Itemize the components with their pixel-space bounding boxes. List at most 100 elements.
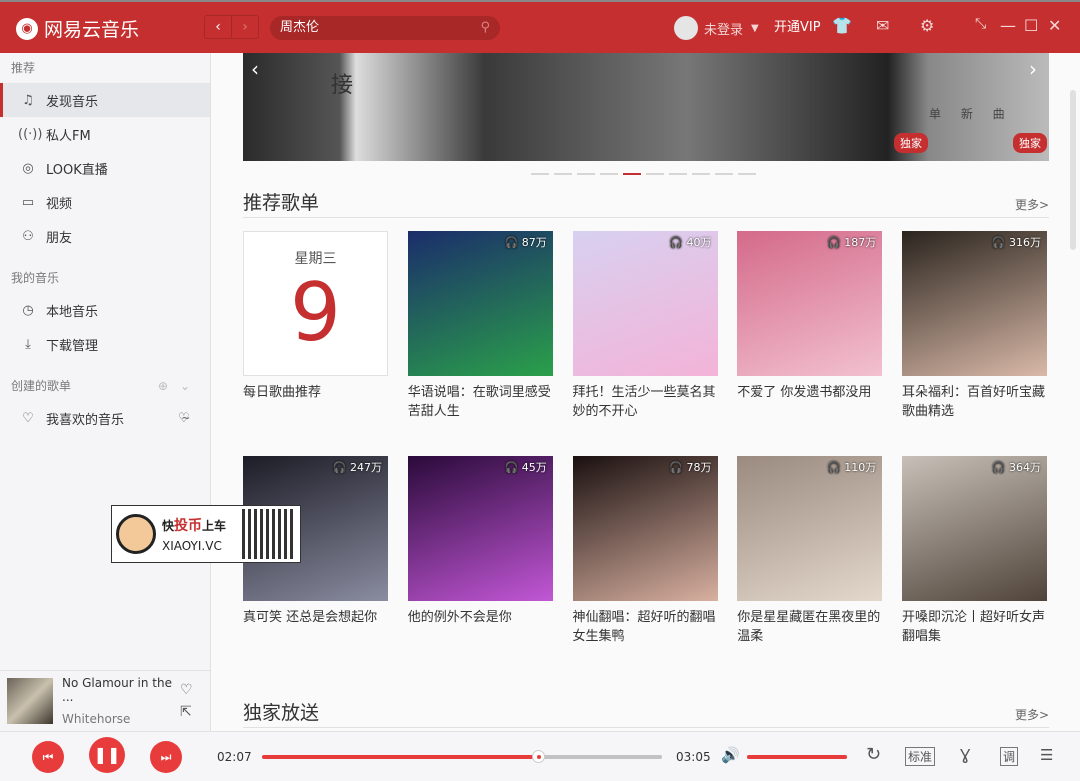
search-icon[interactable]: ⚲: [480, 16, 490, 40]
dot[interactable]: [738, 173, 756, 175]
playlist-cover[interactable]: 🎧 87万: [407, 231, 553, 376]
next-track-button[interactable]: ⏭: [150, 741, 182, 773]
like-heart-icon[interactable]: ♡: [180, 679, 193, 701]
watermark: 快投币上车 XIAOYI.VC: [111, 505, 301, 563]
share-icon[interactable]: ⇱: [180, 701, 193, 723]
dot[interactable]: [669, 173, 687, 175]
card-title[interactable]: 他的例外不会是你: [408, 608, 553, 627]
sidebar-item-label: LOOK直播: [46, 162, 108, 178]
dot-active[interactable]: [623, 173, 641, 175]
playlist-cover[interactable]: 🎧 316万: [902, 231, 1047, 376]
sidebar-item-label: 本地音乐: [46, 304, 99, 320]
playlist-cover[interactable]: 🎧 40万: [572, 231, 718, 376]
loop-icon[interactable]: ↻: [866, 744, 881, 765]
minimize-icon[interactable]: —: [1000, 16, 1016, 35]
playlist-cover[interactable]: 🎧 78万: [572, 456, 718, 601]
sidebar-item-downloads[interactable]: ⤓ 下载管理: [0, 327, 210, 361]
playlist-card[interactable]: 🎧 316万耳朵福利：百首好听宝藏歌曲精选: [902, 231, 1047, 421]
dot[interactable]: [715, 173, 733, 175]
sound-effect-icon[interactable]: Ɣ: [960, 746, 970, 764]
close-icon[interactable]: ✕: [1048, 16, 1061, 35]
heart-icon: ♡: [22, 410, 34, 426]
mail-icon[interactable]: ✉: [876, 16, 889, 35]
sidebar-item-label: 我喜欢的音乐: [46, 412, 125, 428]
quality-button[interactable]: 标准: [905, 747, 936, 766]
dot[interactable]: [646, 173, 664, 175]
playlist-cover[interactable]: 🎧 45万: [407, 456, 553, 601]
card-title[interactable]: 神仙翻唱：超好听的翻唱女生集鸭: [573, 608, 718, 646]
progress-knob[interactable]: [532, 750, 545, 763]
maximize-icon[interactable]: ☐: [1024, 16, 1038, 35]
dot[interactable]: [554, 173, 572, 175]
card-title[interactable]: 华语说唱：在歌词里感受苦甜人生: [408, 383, 553, 421]
now-playing[interactable]: No Glamour in the ... Whitehorse ♡ ⇱: [0, 670, 211, 731]
playlist-card[interactable]: 🎧 110万你是星星藏匿在黑夜里的温柔: [737, 456, 883, 646]
playlist-cover[interactable]: 🎧 110万: [737, 456, 883, 601]
more-link[interactable]: 更多>: [1015, 706, 1049, 723]
search-input[interactable]: 周杰伦 ⚲: [270, 16, 500, 40]
banner-carousel[interactable]: ‹ 接 单 新 曲 › 独家 独家: [243, 53, 1049, 161]
album-cover[interactable]: [7, 678, 53, 724]
playlist-card[interactable]: 🎧 187万不爱了 你发遗书都没用: [737, 231, 883, 402]
card-title[interactable]: 你是星星藏匿在黑夜里的温柔: [737, 608, 882, 646]
play-count-value: 316万: [1009, 236, 1041, 249]
settings-gear-icon[interactable]: ⚙: [920, 16, 934, 35]
playlist-card[interactable]: 🎧 45万他的例外不会是你: [407, 456, 553, 627]
card-title[interactable]: 耳朵福利：百首好听宝藏歌曲精选: [902, 383, 1047, 421]
add-playlist-icon[interactable]: ⊕: [158, 371, 168, 401]
dot[interactable]: [600, 173, 618, 175]
playlist-card[interactable]: 🎧 364万开嗓即沉沦丨超好听女声翻唱集: [902, 456, 1047, 646]
music-note-icon: ♫: [22, 92, 34, 108]
pause-button[interactable]: ❚❚: [89, 737, 125, 773]
playlist-card[interactable]: 🎧 87万华语说唱：在歌词里感受苦甜人生: [407, 231, 553, 421]
created-playlists-header: 创建的歌单 ⊕ ⌄: [0, 371, 210, 401]
daily-recommend-card[interactable]: 星期三 9 每日歌曲推荐: [243, 231, 388, 402]
more-link[interactable]: 更多>: [1015, 196, 1049, 213]
playlist-cover[interactable]: 🎧 187万: [737, 231, 883, 376]
back-button[interactable]: ‹: [205, 16, 231, 38]
sidebar-item-discover[interactable]: ♫ 发现音乐: [0, 83, 210, 117]
card-title[interactable]: 开嗓即沉沦丨超好听女声翻唱集: [902, 608, 1047, 646]
playlist-card[interactable]: 🎧 78万神仙翻唱：超好听的翻唱女生集鸭: [572, 456, 718, 646]
banner-prev-icon[interactable]: ‹: [251, 57, 259, 81]
volume-icon[interactable]: 🔊: [721, 746, 740, 764]
collapse-chevron-icon[interactable]: ⌄: [180, 371, 190, 401]
app-title: 网易云音乐: [44, 19, 140, 41]
vip-button[interactable]: 开通VIP: [774, 16, 821, 35]
radio-icon: ((·)): [18, 126, 43, 142]
banner-next-icon[interactable]: ›: [1029, 57, 1037, 81]
section-title: 独家放送: [243, 702, 320, 724]
app-logo[interactable]: ◉ 网易云音乐: [16, 15, 139, 42]
headphones-icon: 🎧: [827, 236, 841, 249]
skin-icon[interactable]: 👕: [832, 16, 852, 35]
card-title[interactable]: 拜托！生活少一些莫名其妙的不开心: [573, 383, 718, 421]
card-title[interactable]: 真可笑 还总是会想起你: [243, 608, 388, 627]
sidebar-item-video[interactable]: ▭ 视频: [0, 185, 210, 219]
prev-track-button[interactable]: ⏮: [32, 741, 64, 773]
scrollbar[interactable]: [1070, 90, 1076, 250]
sidebar-item-look[interactable]: ◎ LOOK直播: [0, 151, 210, 185]
playlist-card[interactable]: 🎧 40万拜托！生活少一些莫名其妙的不开心: [572, 231, 718, 421]
dot[interactable]: [577, 173, 595, 175]
play-count-value: 87万: [521, 236, 547, 249]
dot[interactable]: [692, 173, 710, 175]
forward-button[interactable]: ›: [231, 16, 258, 38]
playlist-icon[interactable]: ☰: [1040, 746, 1053, 764]
headphones-icon: 🎧: [504, 461, 519, 474]
play-count: 🎧 45万: [505, 459, 547, 475]
sidebar-item-friends[interactable]: ⚇ 朋友: [0, 219, 210, 253]
card-title[interactable]: 不爱了 你发遗书都没用: [737, 383, 882, 402]
mini-mode-icon[interactable]: ⤡: [975, 16, 986, 32]
sidebar-item-liked[interactable]: ♡ 我喜欢的音乐 ♡̴: [0, 401, 210, 435]
user-login[interactable]: 未登录 ▼: [674, 16, 759, 40]
progress-slider[interactable]: [262, 755, 662, 759]
dot[interactable]: [531, 173, 549, 175]
song-artist[interactable]: Whitehorse: [62, 712, 180, 726]
heartbeat-mode-icon[interactable]: ♡̴: [178, 411, 190, 426]
sidebar-item-fm[interactable]: ((·)) 私人FM: [0, 117, 210, 151]
playlist-cover[interactable]: 🎧 364万: [902, 456, 1047, 601]
volume-slider[interactable]: [747, 755, 847, 759]
headphones-icon: 🎧: [669, 236, 683, 249]
lyrics-button[interactable]: 调: [1000, 747, 1019, 766]
sidebar-item-local[interactable]: ◷ 本地音乐: [0, 293, 210, 327]
